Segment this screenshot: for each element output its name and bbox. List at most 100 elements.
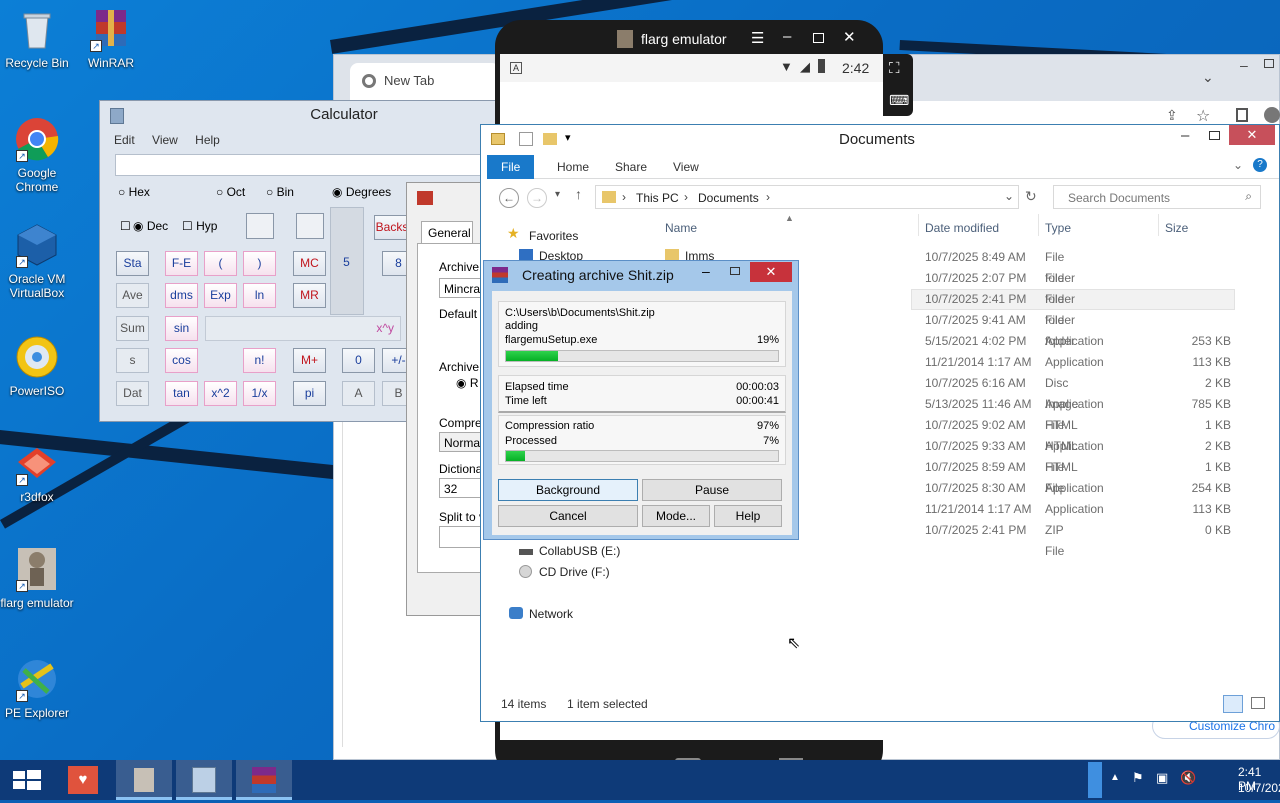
star-icon[interactable]: ☆ — [1196, 106, 1210, 126]
column-type[interactable]: Type — [1045, 221, 1071, 235]
nav-collabusb[interactable]: CollabUSB (E:) — [539, 544, 620, 558]
chevron-down-icon[interactable]: ⌄ — [1004, 189, 1014, 203]
minimize-icon[interactable]: – — [1240, 57, 1248, 73]
radio-oct[interactable]: ○ Oct — [216, 185, 245, 199]
calc-button-exp[interactable]: Exp — [204, 283, 237, 308]
table-row[interactable]: 10/7/2025 2:41 PM File folder — [925, 289, 1075, 327]
close-icon[interactable]: ✕ — [843, 28, 856, 46]
table-row[interactable]: 10/7/2025 9:33 AM HTML File 2 KB — [925, 436, 1231, 474]
desktop-icon-chrome[interactable]: ↗ Google Chrome — [0, 116, 74, 194]
share-icon[interactable]: ⇪ — [1166, 107, 1178, 124]
chevron-up-icon[interactable]: ▲ — [1110, 772, 1120, 783]
flag-icon[interactable]: ⚑ — [1132, 770, 1144, 786]
table-row[interactable]: 10/7/2025 9:02 AM HTML Application 1 KB — [925, 415, 1231, 453]
desktop-icon-recycle-bin[interactable]: Recycle Bin — [0, 6, 74, 70]
calc-button-lparen[interactable]: ( — [204, 251, 237, 276]
up-icon[interactable]: ↑ — [575, 186, 582, 202]
calc-button-fe[interactable]: F-E — [165, 251, 198, 276]
table-row[interactable]: 10/7/2025 9:41 AM File folder — [925, 310, 1075, 348]
taskbar-health-app[interactable]: ♥ — [56, 760, 112, 800]
search-input[interactable]: Search Documents ⌕ — [1053, 185, 1261, 209]
desktop-icon-virtualbox[interactable]: ↗ Oracle VM VirtualBox — [0, 222, 74, 300]
menu-edit[interactable]: Edit — [114, 133, 135, 147]
avatar[interactable] — [1264, 107, 1280, 123]
calc-button-sin[interactable]: sin — [165, 316, 198, 341]
calc-button-sum[interactable]: Sum — [116, 316, 149, 341]
checkbox-inv[interactable]: ☐ — [120, 219, 131, 233]
tab-share[interactable]: Share — [605, 155, 657, 179]
minimize-icon[interactable]: – — [783, 28, 791, 45]
close-button[interactable]: ✕ — [1229, 125, 1275, 145]
calc-button-tan[interactable]: tan — [165, 381, 198, 406]
taskbar-winrar[interactable] — [236, 760, 292, 800]
desktop-icon-pe-explorer[interactable]: ↗ PE Explorer — [0, 656, 74, 720]
radio-degrees[interactable]: ◉ Degrees — [332, 185, 391, 199]
table-row[interactable]: 10/7/2025 2:07 PM File folder — [925, 268, 1075, 306]
large-icons-view-icon[interactable] — [1251, 697, 1265, 709]
calc-button-ln[interactable]: ln — [243, 283, 276, 308]
calc-button-mc[interactable]: MC — [293, 251, 326, 276]
fullscreen-icon[interactable]: ⛶ — [889, 60, 900, 77]
desktop-icon-poweriso[interactable]: PowerISO — [0, 334, 74, 398]
calc-button-dms[interactable]: dms — [165, 283, 198, 308]
calc-button-pi[interactable]: pi — [293, 381, 326, 406]
properties-icon[interactable] — [519, 132, 533, 146]
table-row[interactable]: 10/7/2025 6:16 AM Disc Image File 2 KB — [925, 373, 1231, 432]
desktop-icon-winrar[interactable]: ↗ WinRAR — [74, 6, 148, 70]
quick-access-dropdown-icon[interactable]: ▾ — [565, 131, 571, 144]
maximize-icon[interactable] — [730, 267, 740, 275]
maximize-icon[interactable] — [1264, 59, 1274, 68]
table-row[interactable]: 5/15/2021 4:02 PM Application 253 KB — [925, 331, 1231, 352]
taskbar-emulator[interactable] — [116, 760, 172, 800]
tab-file[interactable]: File — [487, 155, 535, 179]
radio-bin[interactable]: ○ Bin — [266, 185, 294, 199]
nav-cd-drive[interactable]: CD Drive (F:) — [539, 565, 610, 579]
calc-button-cos[interactable]: cos — [165, 348, 198, 373]
minimize-icon[interactable]: – — [702, 263, 710, 279]
table-row[interactable]: 10/7/2025 8:59 AM HTML File 1 KB — [925, 457, 1231, 495]
menu-help[interactable]: Help — [195, 133, 220, 147]
chrome-tab[interactable]: New Tab — [350, 63, 500, 101]
checkbox-hyp[interactable]: ☐ Hyp — [182, 219, 217, 233]
show-hidden-icons-area[interactable] — [1088, 762, 1102, 798]
taskbar-calculator[interactable] — [176, 760, 232, 800]
new-folder-icon[interactable] — [543, 133, 557, 145]
table-row[interactable]: 11/21/2014 1:17 AM Application 113 KB — [925, 352, 1231, 373]
radio-dec[interactable]: ◉ Dec — [133, 219, 168, 233]
chevron-down-icon[interactable]: ⌄ — [1233, 158, 1243, 172]
table-row[interactable]: 10/7/2025 2:41 PM ZIP File 0 KB — [925, 520, 1231, 558]
calc-button-nfact[interactable]: n! — [243, 348, 276, 373]
maximize-icon[interactable] — [813, 33, 824, 43]
calc-button-s[interactable]: s — [116, 348, 149, 373]
calc-button-backspace[interactable]: Backs — [374, 215, 410, 240]
radio-rar[interactable]: ◉ R — [456, 376, 478, 390]
desktop-icon-flarg-emulator[interactable]: ↗ flarg emulator — [0, 546, 74, 610]
calc-button-mr[interactable]: MR — [293, 283, 326, 308]
close-button[interactable]: ✕ — [750, 262, 792, 282]
cancel-button[interactable]: Cancel — [498, 505, 638, 527]
column-date-modified[interactable]: Date modified — [925, 221, 999, 235]
table-row[interactable]: 5/13/2025 11:46 AM Application 785 KB — [925, 394, 1231, 415]
menu-icon[interactable]: ☰ — [751, 29, 764, 47]
desktop-icon-r3dfox[interactable]: ↗ r3dfox — [0, 440, 74, 504]
recent-locations-icon[interactable]: ▾ — [555, 189, 560, 200]
calc-button-xy[interactable]: x^y — [205, 316, 401, 341]
table-row[interactable]: 10/7/2025 8:30 AM Application 254 KB — [925, 478, 1231, 499]
calc-button-ave[interactable]: Ave — [116, 283, 149, 308]
calc-button-mplus[interactable]: M+ — [293, 348, 326, 373]
column-size[interactable]: Size — [1165, 221, 1188, 235]
pause-button[interactable]: Pause — [642, 479, 782, 501]
sidepanel-icon[interactable] — [1236, 108, 1248, 122]
tab-view[interactable]: View — [663, 155, 709, 179]
column-name[interactable]: Name — [665, 221, 697, 235]
calc-button-rparen[interactable]: ) — [243, 251, 276, 276]
calc-button-a[interactable]: A — [342, 381, 375, 406]
calc-button-inverse[interactable]: 1/x — [243, 381, 276, 406]
nav-favorites[interactable]: Favorites — [509, 229, 578, 243]
calc-button-0[interactable]: 0 — [342, 348, 375, 373]
calc-button-5[interactable]: 5 — [330, 251, 363, 276]
refresh-icon[interactable]: ↻ — [1025, 188, 1037, 205]
tab-general[interactable]: General — [421, 221, 473, 243]
minimize-icon[interactable]: – — [1181, 127, 1189, 144]
background-button[interactable]: Background — [498, 479, 638, 501]
